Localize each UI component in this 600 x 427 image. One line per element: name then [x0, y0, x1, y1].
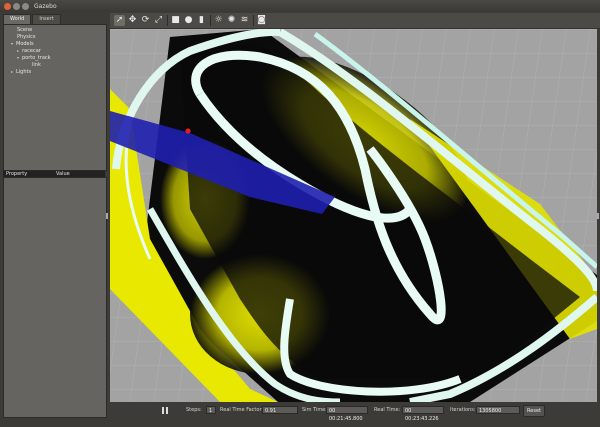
left-panel: World Insert Scene Physics ▾ Models ▸ race…: [3, 14, 107, 418]
spot-light-icon[interactable]: ≋: [239, 15, 250, 26]
tree-item-lights[interactable]: ▸ Lights: [11, 69, 31, 75]
tree-item-models[interactable]: ▾ Models: [11, 41, 34, 47]
tree-item-track[interactable]: ▾ porto_track: [17, 55, 51, 61]
sim-time-value: 00 00:21:45.800: [326, 406, 368, 422]
point-light-icon[interactable]: ✺: [226, 15, 237, 26]
world-tree: Scene Physics ▾ Models ▸ racecar ▾ porto_tr…: [3, 24, 107, 171]
tree-item-track-label: porto_track: [22, 55, 51, 61]
scene-viewport[interactable]: [110, 29, 597, 402]
tree-item-lights-label: Lights: [16, 69, 32, 75]
right-panel-handle[interactable]: [597, 213, 599, 219]
scene-render[interactable]: [110, 29, 597, 402]
tree-item-racecar-label: racecar: [22, 48, 41, 54]
translate-icon[interactable]: ✥: [127, 15, 138, 26]
iterations-value: 1305800: [476, 406, 520, 414]
property-table: [3, 177, 107, 418]
tab-insert[interactable]: Insert: [32, 14, 61, 24]
minimize-window-button[interactable]: [13, 2, 20, 10]
reset-button[interactable]: Reset: [523, 405, 545, 417]
select-arrow-icon[interactable]: ➚: [114, 15, 125, 26]
camera-icon[interactable]: ◙: [256, 15, 267, 26]
real-time-label: Real Time:: [374, 407, 401, 413]
iterations-label: Iterations:: [450, 407, 476, 413]
tree-item-scene[interactable]: Scene: [17, 27, 32, 33]
cylinder-icon[interactable]: ▮: [196, 15, 207, 26]
pause-button[interactable]: [162, 407, 169, 414]
rotate-icon[interactable]: ⟳: [140, 15, 151, 26]
steps-input[interactable]: 1: [206, 406, 216, 414]
window-title: Gazebo: [34, 2, 57, 10]
sun-light-icon[interactable]: ☼: [213, 15, 224, 26]
panel-collapse-handle[interactable]: [106, 213, 108, 219]
sphere-icon[interactable]: ●: [183, 15, 194, 26]
box-icon[interactable]: ■: [170, 15, 181, 26]
tree-item-racecar[interactable]: ▸ racecar: [17, 48, 41, 54]
close-window-button[interactable]: [4, 2, 11, 10]
tree-item-link[interactable]: link: [32, 62, 41, 68]
rtf-label: Real Time Factor:: [220, 407, 264, 413]
tree-item-physics[interactable]: Physics: [17, 34, 36, 40]
scale-icon[interactable]: ⤢: [153, 15, 164, 26]
sim-time-label: Sim Time:: [302, 407, 327, 413]
toolbar: ➚ ✥ ⟳ ⤢ ■ ● ▮ ☼ ✺ ≋ ◙: [110, 13, 600, 29]
rtf-value: 0.91: [262, 406, 298, 414]
tree-item-models-label: Models: [16, 41, 34, 47]
real-time-value: 00 00:23:43.226: [402, 406, 444, 422]
status-bar: Steps: 1 Real Time Factor: 0.91 Sim Time…: [110, 404, 600, 422]
racecar-model[interactable]: [185, 128, 191, 134]
steps-label: Steps:: [186, 407, 202, 413]
maximize-window-button[interactable]: [22, 2, 29, 10]
window-titlebar: Gazebo: [0, 0, 600, 12]
tab-world[interactable]: World: [3, 14, 32, 24]
panel-tabs: World Insert: [3, 14, 62, 24]
